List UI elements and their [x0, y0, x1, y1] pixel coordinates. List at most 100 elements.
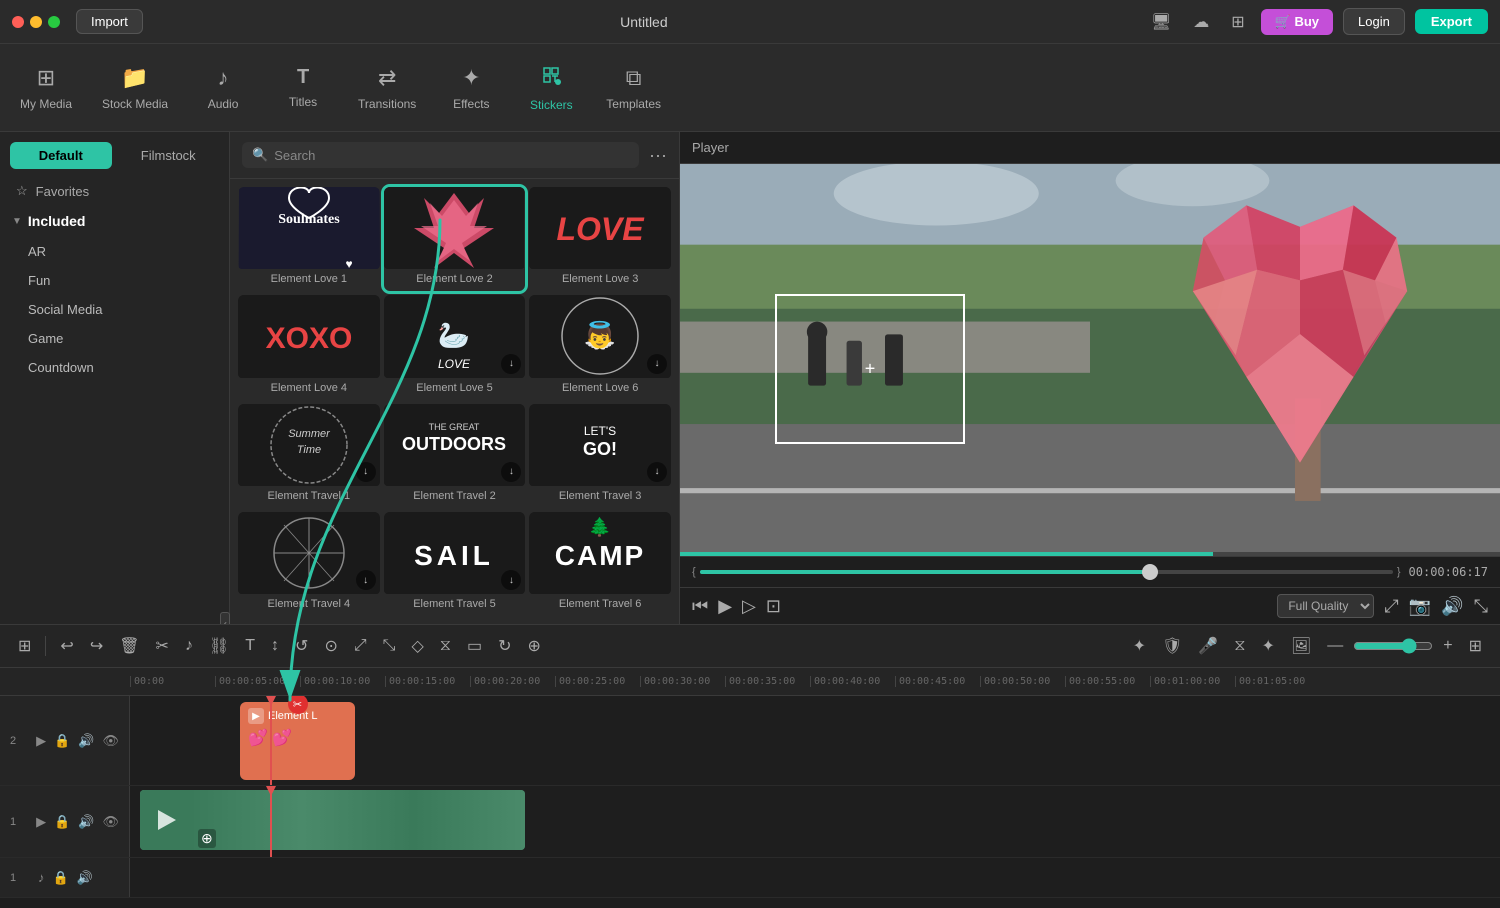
sticker-search-box[interactable]: 🔍 Search	[242, 142, 639, 168]
expand-track-button[interactable]: ⤢	[348, 633, 373, 659]
ruler-mark-9: 00:00:45:00	[895, 676, 980, 687]
sticker-love1[interactable]: Soulmates ♥ Element Love 1	[238, 187, 380, 291]
delete-button[interactable]: 🗑	[113, 632, 145, 660]
cloud-icon[interactable]: ☁	[1187, 10, 1215, 34]
paint-button[interactable]: ◇	[405, 632, 429, 660]
display-icon[interactable]: 🖥	[1145, 10, 1177, 34]
track-audio-volume[interactable]: 🔊	[77, 870, 93, 886]
buy-button[interactable]: 🛒 Buy	[1261, 9, 1333, 35]
sticker-love5[interactable]: 🦢 LOVE ↓ Element Love 5	[384, 295, 526, 399]
ruler-mark-1: 00:00:05:00	[215, 676, 300, 687]
toolbar-transitions[interactable]: ⇄ Transitions	[358, 65, 416, 111]
pip-button[interactable]: ▭	[461, 632, 488, 660]
nav-item-ar[interactable]: AR	[0, 237, 229, 266]
effects-tool[interactable]: ✦	[1127, 632, 1152, 660]
favorites-item[interactable]: ☆ Favorites	[0, 177, 229, 205]
quality-select[interactable]: Full Quality Half Quality	[1277, 594, 1374, 618]
zoom-out-tool[interactable]: —	[1321, 633, 1349, 659]
sticker-travel4[interactable]: ↓ Element Travel 4	[238, 512, 380, 616]
collapse-track-button[interactable]: ⤡	[377, 633, 402, 659]
import-button[interactable]: Import	[76, 9, 143, 34]
nav-item-countdown[interactable]: Countdown	[0, 353, 229, 382]
time-tool[interactable]: ⧖	[1228, 633, 1251, 659]
grid-icon[interactable]: ⊞	[1225, 10, 1250, 34]
toolbar-effects[interactable]: ✦ Effects	[446, 65, 496, 111]
mic-tool[interactable]: 🎤	[1192, 632, 1224, 660]
text-button[interactable]: T	[239, 633, 261, 659]
svg-text:LOVE: LOVE	[438, 357, 471, 371]
player-video: +	[680, 164, 1500, 556]
screenshot-button[interactable]: 📷	[1409, 596, 1431, 617]
toolbar-my-media[interactable]: ⊞ My Media	[20, 65, 72, 111]
track-1-volume[interactable]: 🔊	[78, 814, 94, 830]
toolbar-audio[interactable]: ♪ Audio	[198, 65, 248, 111]
tab-filmstock[interactable]: Filmstock	[118, 142, 220, 169]
sticker-travel6[interactable]: CAMP 🌲 Element Travel 6	[529, 512, 671, 616]
link-button[interactable]: ⛓	[203, 632, 235, 660]
layout-button[interactable]: ⊞	[12, 632, 37, 660]
flip-button[interactable]: ↻	[492, 632, 517, 660]
sticker-travel2[interactable]: THE GREAT OUTDOORS ↓ Element Travel 2	[384, 404, 526, 508]
star-icon: ☆	[16, 183, 28, 199]
svg-text:XOXO: XOXO	[265, 322, 352, 355]
step-back-button[interactable]: ⏮	[692, 596, 708, 617]
redo-button[interactable]: ↪	[84, 632, 109, 660]
more-options-button[interactable]: ···	[649, 145, 667, 166]
minimize-button[interactable]	[30, 16, 42, 28]
zoom-in-tool[interactable]: +	[1437, 633, 1458, 659]
track-2-lock[interactable]: 🔒	[54, 733, 70, 749]
loop-button[interactable]: ⊡	[766, 596, 781, 617]
track-audio: 1 ♪ 🔒 🔊	[0, 858, 1500, 898]
volume-button[interactable]: 🔊	[1441, 596, 1463, 617]
toolbar-stickers-label: Stickers	[530, 98, 573, 112]
track-2-eye[interactable]: 👁	[102, 733, 119, 749]
maximize-button[interactable]	[48, 16, 60, 28]
export-button[interactable]: Export	[1415, 9, 1488, 34]
shield-tool[interactable]: 🛡	[1156, 632, 1188, 660]
expand-button[interactable]: ⤡	[1474, 596, 1488, 617]
tab-default[interactable]: Default	[10, 142, 112, 169]
track-1-eye[interactable]: 👁	[102, 814, 119, 830]
crop-button[interactable]: ↕	[265, 633, 285, 659]
track-1-lock[interactable]: 🔒	[54, 814, 70, 830]
toolbar-stickers[interactable]: Stickers	[526, 64, 576, 112]
nav-item-fun[interactable]: Fun	[0, 266, 229, 295]
track-2-volume[interactable]: 🔊	[78, 733, 94, 749]
nav-item-game[interactable]: Game	[0, 324, 229, 353]
included-section-header[interactable]: ▼ Included	[0, 205, 229, 237]
playback-progress[interactable]	[700, 570, 1393, 574]
audio-detach-button[interactable]: ♪	[179, 633, 199, 659]
toolbar-stock-media[interactable]: 📁 Stock Media	[102, 65, 168, 111]
sticker-travel5[interactable]: SAIL ↓ Element Travel 5	[384, 512, 526, 616]
login-button[interactable]: Login	[1343, 8, 1405, 35]
rotate-button[interactable]: ↺	[289, 632, 314, 660]
close-button[interactable]	[12, 16, 24, 28]
download-icon: ↓	[501, 462, 521, 482]
sticker-love3[interactable]: LOVE Element Love 3	[529, 187, 671, 291]
toolbar-templates[interactable]: ⧉ Templates	[606, 65, 661, 111]
sparkle-tool[interactable]: ✦	[1256, 632, 1281, 660]
video-clip[interactable]: ⊕	[140, 790, 525, 850]
zoom-fit-button[interactable]: ⊙	[318, 632, 343, 660]
grid-view-tool[interactable]: ⊞	[1463, 632, 1488, 660]
image-tool[interactable]: 🖼	[1285, 632, 1317, 660]
sticker-travel1[interactable]: Summer Time ↓ Element Travel 1	[238, 404, 380, 508]
play-alt-button[interactable]: ▷	[742, 596, 756, 617]
sticker-element-clip[interactable]: ✂ ▶ Element L 💕 💕	[240, 702, 355, 780]
undo-button[interactable]: ↩	[54, 632, 79, 660]
fullscreen-button[interactable]: ⤢	[1384, 596, 1398, 617]
add-button[interactable]: ⊕	[522, 632, 547, 660]
speed-button[interactable]: ⧖	[434, 633, 457, 659]
track-audio-lock[interactable]: 🔒	[53, 870, 69, 886]
sticker-love4[interactable]: XOXO Element Love 4	[238, 295, 380, 399]
nav-item-social-media[interactable]: Social Media	[0, 295, 229, 324]
sticker-love2[interactable]: Element Love 2	[384, 187, 526, 291]
panel-collapse-button[interactable]: ‹	[220, 612, 230, 624]
zoom-slider[interactable]	[1353, 638, 1433, 654]
play-button[interactable]: ▶	[718, 596, 732, 617]
sticker-travel3[interactable]: LET'S GO! ↓ Element Travel 3	[529, 404, 671, 508]
toolbar-titles[interactable]: T Titles	[278, 66, 328, 109]
sticker-love6[interactable]: 👼 ↓ Element Love 6	[529, 295, 671, 399]
track-1-number: 1	[10, 816, 28, 828]
cut-button[interactable]: ✂	[150, 632, 175, 660]
